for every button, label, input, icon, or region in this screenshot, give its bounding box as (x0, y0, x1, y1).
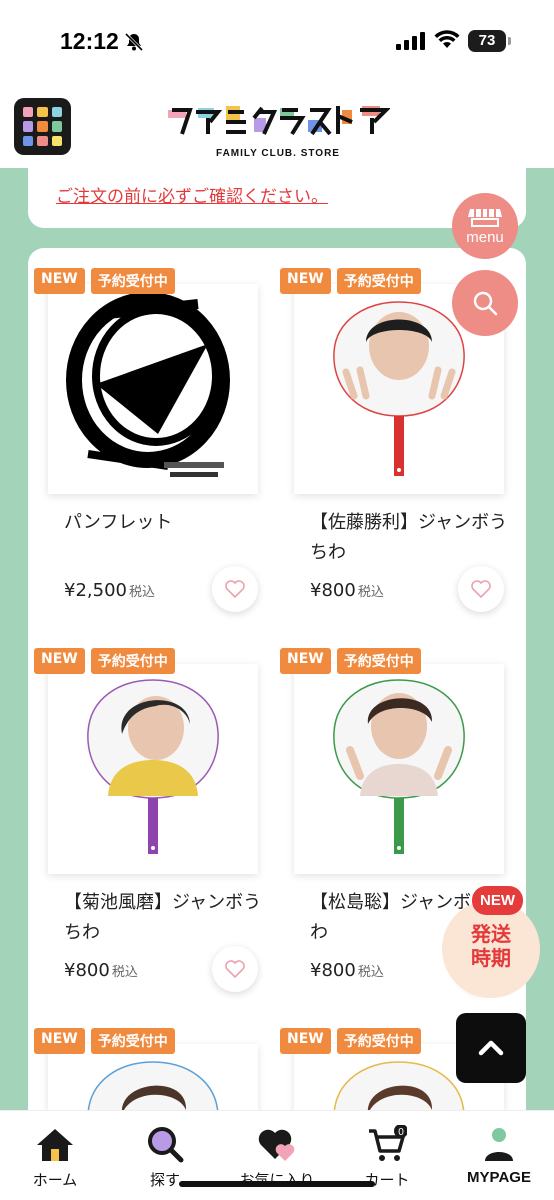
notice-card: ご注文の前に必ずご確認ください。 (28, 168, 526, 228)
scroll-top-button[interactable] (456, 1013, 526, 1083)
preorder-badge: 予約受付中 (90, 648, 175, 674)
preorder-badge: 予約受付中 (336, 648, 421, 674)
shipping-schedule-button[interactable]: NEW 発送 時期 (442, 886, 540, 998)
pamphlet-cover-art (48, 284, 258, 494)
favorite-button[interactable] (212, 946, 258, 992)
preorder-badge: 予約受付中 (336, 1028, 421, 1054)
uchiwa-image (48, 664, 258, 874)
header: 12:12 73 FAMILY CLUB. STORE (0, 0, 554, 168)
badge-group: NEW 予約受付中 (34, 268, 175, 294)
product-card[interactable]: NEW 予約受付中 パンフレット ¥2,500 税込 (28, 248, 258, 628)
product-name[interactable]: 【菊池風磨】ジャンボうちわ (64, 888, 264, 948)
favorite-button[interactable] (458, 566, 504, 612)
user-icon (485, 1128, 513, 1161)
heart-icon (258, 1129, 295, 1161)
product-price: ¥800 税込 (64, 960, 138, 981)
uchiwa-image (294, 664, 504, 874)
preorder-badge: 予約受付中 (336, 268, 421, 294)
product-grid: NEW 予約受付中 パンフレット ¥2,500 税込 NEW 予約受付中 【佐藤… (28, 248, 526, 1148)
nav-home[interactable]: ホーム (0, 1125, 110, 1190)
preorder-badge: 予約受付中 (90, 268, 175, 294)
product-image[interactable] (294, 664, 504, 874)
shipping-label: 発送 時期 (471, 922, 511, 970)
new-badge: NEW (280, 1028, 331, 1054)
cart-icon: 0 (369, 1124, 408, 1161)
search-icon (148, 1127, 184, 1163)
product-image[interactable] (48, 284, 258, 494)
signal-icon (396, 32, 425, 50)
favorite-button[interactable] (212, 566, 258, 612)
nav-mypage[interactable]: MYPAGE (444, 1125, 554, 1186)
heart-icon (225, 960, 245, 978)
store-logo[interactable]: FAMILY CLUB. STORE (166, 104, 391, 159)
chevron-up-icon (478, 1040, 504, 1056)
logo-wordmark (168, 106, 391, 136)
home-icon (37, 1129, 73, 1161)
new-badge: NEW (34, 648, 85, 674)
preorder-badge: 予約受付中 (90, 1028, 175, 1054)
new-badge: NEW (34, 1028, 85, 1054)
heart-icon (471, 580, 491, 598)
product-name[interactable]: パンフレット (64, 508, 264, 538)
badge-group: NEW 予約受付中 (280, 1028, 421, 1054)
product-price: ¥2,500 税込 (64, 580, 155, 601)
new-badge: NEW (280, 268, 331, 294)
new-badge: NEW (34, 268, 85, 294)
wifi-icon (434, 30, 460, 48)
silent-bell-icon (124, 32, 144, 52)
new-badge: NEW (280, 648, 331, 674)
nav-home-label: ホーム (32, 1171, 78, 1189)
battery-indicator: 73 (468, 30, 511, 52)
home-indicator (179, 1181, 375, 1187)
badge-group: NEW 予約受付中 (280, 648, 421, 674)
logo-subtitle: FAMILY CLUB. STORE (216, 148, 340, 159)
heart-icon (225, 580, 245, 598)
product-price: ¥800 税込 (310, 960, 384, 981)
shop-awning-icon (468, 208, 502, 227)
status-time: 12:12 (60, 28, 119, 54)
product-price: ¥800 税込 (310, 580, 384, 601)
menu-label: menu (466, 228, 504, 246)
search-icon (473, 291, 498, 316)
badge-group: NEW 予約受付中 (34, 1028, 175, 1054)
menu-button[interactable]: menu (452, 193, 518, 259)
badge-group: NEW 予約受付中 (280, 268, 421, 294)
product-name[interactable]: 【佐藤勝利】ジャンボうちわ (310, 508, 510, 568)
badge-group: NEW 予約受付中 (34, 648, 175, 674)
app-grid-button[interactable] (14, 98, 71, 155)
product-image[interactable] (48, 664, 258, 874)
shipping-new-badge: NEW (472, 886, 523, 915)
notice-link[interactable]: ご注文の前に必ずご確認ください。 (56, 182, 328, 207)
search-button[interactable] (452, 270, 518, 336)
nav-mypage-label: MYPAGE (467, 1169, 531, 1186)
cart-count: 0 (398, 1127, 404, 1138)
product-card[interactable]: NEW 予約受付中 【菊池風磨】ジャンボうちわ ¥800 税込 (28, 628, 261, 1008)
